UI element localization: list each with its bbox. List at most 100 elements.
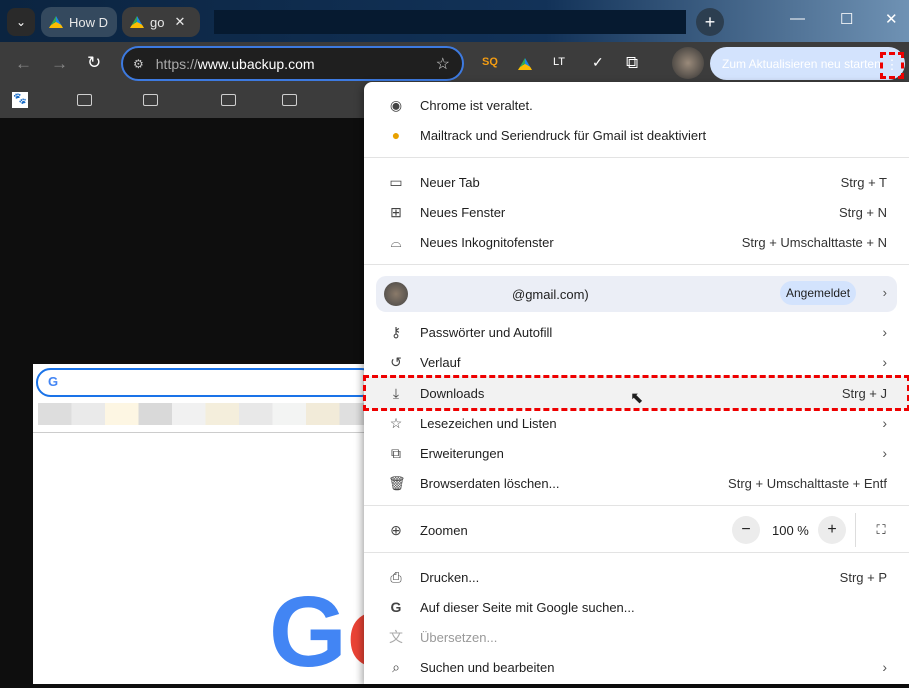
forward-icon[interactable]: → (51, 54, 68, 74)
chevron-right-icon: › (882, 445, 887, 461)
zoom-in-button[interactable]: + (818, 516, 846, 544)
menu-item-google-search[interactable]: G Auf dieser Seite mit Google suchen... (364, 592, 909, 622)
folder-icon[interactable] (143, 94, 158, 106)
signed-in-badge: Angemeldet (780, 281, 857, 305)
google-drive-icon (130, 16, 144, 28)
new-window-icon: ⊞ (390, 203, 402, 220)
menu-item-find-edit[interactable]: ⌕ Suchen und bearbeiten › (364, 652, 909, 682)
menu-item-clear-data[interactable]: 🗑 Browserdaten löschen... Strg + Umschaltt… (364, 468, 909, 498)
mouse-cursor-icon: ⬉ (630, 390, 644, 407)
folder-icon[interactable] (77, 94, 92, 106)
menu-item-outdated[interactable]: ◉ Chrome ist veraltet. (364, 90, 909, 120)
reload-icon[interactable]: ↻ (87, 53, 101, 73)
puzzle-icon: ⧉ (391, 444, 401, 461)
back-icon[interactable]: ← (15, 54, 32, 74)
menu-label: Neues Fenster (420, 204, 506, 220)
menu-label: Chrome ist veraltet. (420, 97, 533, 113)
info-circle-icon: ◉ (389, 96, 403, 113)
divider (364, 157, 909, 158)
star-icon: ☆ (389, 414, 403, 431)
chrome-menu-button[interactable]: ⋮ (880, 52, 904, 79)
new-tab-button[interactable]: + (696, 8, 724, 36)
menu-item-mailtrack[interactable]: ● Mailtrack und Seriendruck für Gmail ist… (364, 120, 909, 150)
menu-label: Verlauf (420, 354, 461, 370)
extension-sq-icon[interactable]: SQ (482, 56, 498, 68)
shortcut: Strg + P (839, 569, 887, 585)
divider (855, 513, 856, 547)
new-tab-icon: ▭ (389, 173, 403, 190)
chevron-right-icon: › (882, 354, 887, 370)
google-search-box[interactable]: G (36, 368, 376, 397)
redacted-tabs (214, 10, 686, 34)
menu-label: Zoomen (420, 522, 468, 538)
menu-label: Downloads (420, 385, 485, 401)
translate-icon: 文 (389, 629, 403, 645)
menu-item-passwords[interactable]: ⚷ Passwörter und Autofill › (364, 317, 909, 347)
menu-item-history[interactable]: ↺ Verlauf › (364, 347, 909, 377)
menu-item-extensions[interactable]: ⧉ Erweiterungen › (364, 438, 909, 468)
divider (364, 505, 909, 506)
tab-title: go (150, 14, 165, 30)
blurred-toolbar (38, 403, 373, 425)
minimize-button[interactable]: — (790, 10, 805, 27)
profile-avatar[interactable] (672, 47, 704, 79)
shortcut: Strg + T (840, 174, 887, 190)
menu-label: Neuer Tab (420, 174, 480, 190)
checkmark-extension-icon[interactable]: ✓ (592, 54, 604, 71)
warning-icon: ● (391, 127, 401, 143)
fullscreen-icon[interactable]: ⛶ (867, 516, 895, 544)
chrome-main-menu: ◉ Chrome ist veraltet. ● Mailtrack und Ser… (363, 82, 909, 684)
menu-label: Mailtrack und Seriendruck für Gmail ist … (420, 127, 707, 143)
chevron-right-icon: › (882, 285, 887, 300)
printer-icon: ⎙ (390, 568, 402, 585)
close-tab-icon[interactable]: ✕ (174, 14, 185, 30)
folder-icon[interactable] (282, 94, 297, 106)
bookmark-star-icon[interactable]: ☆ (436, 54, 450, 74)
shortcut: Strg + J (841, 385, 887, 401)
extensions-puzzle-icon[interactable]: ⧉ (626, 53, 638, 73)
menu-item-incognito[interactable]: ⌓ Neues Inkognitofenster Strg + Umschaltta… (364, 227, 909, 257)
divider (364, 552, 909, 553)
languagetool-icon[interactable]: LT (553, 56, 565, 68)
address-bar[interactable]: ⚙ https://www.ubackup.com ☆ (121, 46, 464, 81)
menu-label: Auf dieser Seite mit Google suchen... (420, 599, 635, 615)
menu-item-zoom: ⊕ Zoomen − 100 % + ⛶ (364, 513, 909, 547)
history-icon: ↺ (390, 353, 402, 370)
chevron-right-icon: › (882, 659, 887, 675)
update-restart-button[interactable]: Zum Aktualisieren neu starten (710, 47, 905, 80)
find-icon: ⌕ (392, 658, 400, 675)
menu-item-downloads[interactable]: ⤓ Downloads Strg + J ⬉ (363, 375, 909, 411)
baidu-bookmark-icon[interactable]: 🐾 (12, 92, 28, 108)
zoom-icon: ⊕ (390, 521, 402, 538)
update-label: Zum Aktualisieren neu starten (722, 56, 881, 71)
menu-label: Übersetzen... (420, 629, 498, 645)
site-info-icon[interactable]: ⚙ (133, 57, 144, 71)
folder-icon[interactable] (221, 94, 236, 106)
profile-row[interactable]: @gmail.com) Angemeldet › (376, 276, 897, 312)
zoom-level: 100 % (772, 522, 809, 538)
google-drive-icon (49, 16, 63, 28)
url-host: www.ubackup.com (197, 55, 315, 72)
tab[interactable]: How D (41, 7, 117, 37)
trash-icon: 🗑 (388, 474, 406, 491)
tab-title: How D (69, 14, 109, 30)
menu-label: Neues Inkognitofenster (420, 234, 554, 250)
menu-item-new-tab[interactable]: ▭ Neuer Tab Strg + T (364, 167, 909, 197)
menu-item-print[interactable]: ⎙ Drucken... Strg + P (364, 562, 909, 592)
incognito-icon: ⌓ (390, 233, 402, 250)
menu-item-translate[interactable]: 文 Übersetzen... (364, 622, 909, 652)
maximize-button[interactable]: ☐ (840, 10, 853, 28)
tab-active[interactable]: go ✕ (122, 7, 200, 37)
shortcut: Strg + Umschalttaste + Entf (728, 475, 887, 491)
menu-item-bookmarks[interactable]: ☆ Lesezeichen und Listen › (364, 408, 909, 438)
tab-search-button[interactable]: ⌄ (7, 8, 35, 36)
web-page: G Go (33, 364, 408, 684)
close-window-button[interactable]: ✕ (885, 10, 898, 28)
menu-label: Lesezeichen und Listen (420, 415, 557, 431)
zoom-out-button[interactable]: − (732, 516, 760, 544)
chevron-right-icon: › (882, 324, 887, 340)
menu-label: Browserdaten löschen... (420, 475, 560, 491)
menu-item-new-window[interactable]: ⊞ Neues Fenster Strg + N (364, 197, 909, 227)
google-icon: G (390, 599, 402, 615)
menu-label: Drucken... (420, 569, 480, 585)
